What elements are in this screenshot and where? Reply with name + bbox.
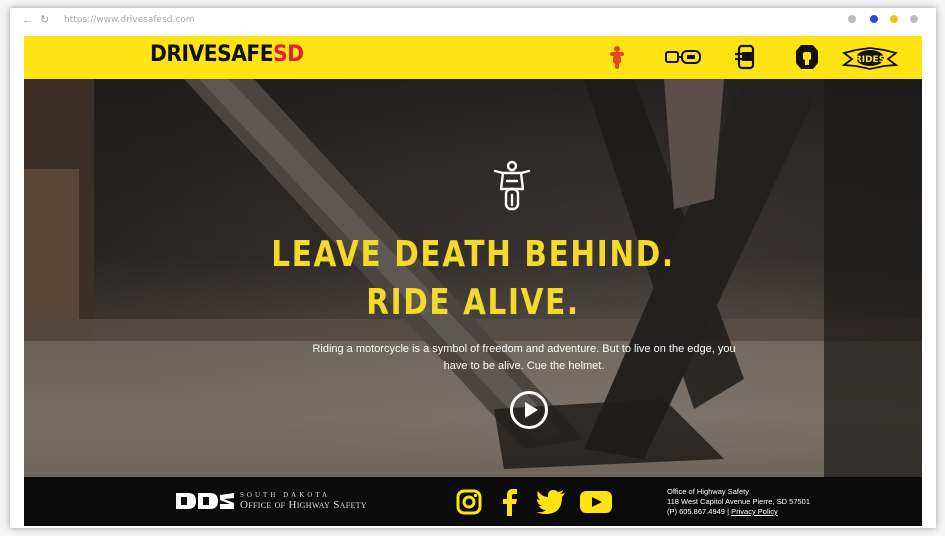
motorcycle-nav-icon[interactable]	[606, 44, 628, 70]
hero-video-section: LEAVE DEATH BEHIND. RIDE ALIVE. Riding a…	[24, 79, 922, 477]
play-icon	[524, 402, 538, 418]
instagram-icon[interactable]	[456, 489, 482, 520]
hero-description: Riding a motorcycle is a symbol of freed…	[274, 341, 774, 375]
hero-description-line2: have to be alive. Cue the helmet.	[443, 360, 605, 372]
site-footer: SOUTH DAKOTA Office of Highway Safety Of…	[24, 477, 922, 526]
phone-distracted-nav-icon[interactable]	[734, 44, 758, 70]
address-bar[interactable]: https://www.drivesafesd.com	[64, 13, 304, 27]
site-header: DRIVESAFESD RIDES	[24, 36, 922, 79]
ohs-name-label: Office of Highway Safety	[240, 499, 367, 511]
rides-badge-label: RIDES	[855, 55, 885, 65]
back-arrow-icon[interactable]: ←	[22, 14, 34, 26]
twitter-icon[interactable]	[536, 490, 566, 519]
ohs-emblem-icon	[176, 493, 234, 509]
motorcycle-rider-icon	[489, 159, 535, 220]
browser-window: ← ↻ https://www.drivesafesd.com DRIVESAF…	[10, 8, 936, 528]
address-org: Office of Highway Safety	[667, 487, 749, 496]
hero-headline-line1: LEAVE DEATH BEHIND.	[271, 234, 675, 275]
logo-text-drivesafe: DRIVESAFE	[150, 42, 274, 67]
address-separator: |	[727, 507, 730, 516]
ohs-logo[interactable]: SOUTH DAKOTA Office of Highway Safety	[174, 491, 367, 511]
helmet-nav-icon[interactable]	[794, 43, 820, 71]
reload-icon[interactable]: ↻	[40, 14, 52, 26]
footer-address: Office of Highway Safety 118 West Capito…	[667, 487, 810, 517]
seatbelt-nav-icon[interactable]	[664, 47, 704, 67]
privacy-policy-link[interactable]: Privacy Policy	[731, 507, 778, 516]
extension-icon[interactable]	[848, 15, 856, 23]
ohs-state-label: SOUTH DAKOTA	[240, 491, 331, 499]
extension-icon[interactable]	[870, 15, 878, 23]
hero-background-image	[24, 79, 922, 477]
site-logo[interactable]: DRIVESAFESD	[150, 42, 304, 67]
menu-icon[interactable]	[910, 15, 918, 23]
youtube-icon[interactable]	[580, 491, 612, 518]
hero-headline-line2: RIDE ALIVE.	[366, 282, 580, 323]
play-video-button[interactable]	[510, 391, 548, 429]
facebook-icon[interactable]	[502, 488, 518, 521]
logo-text-sd: SD	[273, 42, 304, 67]
address-street: 118 West Capitol Avenue Pierre, SD 57501	[667, 497, 811, 506]
address-phone: (P) 605.867.4949	[667, 507, 725, 516]
browser-toolbar: ← ↻ https://www.drivesafesd.com	[10, 8, 936, 32]
extension-icon[interactable]	[890, 15, 898, 23]
rides-badge-nav-icon[interactable]: RIDES	[842, 45, 898, 71]
hero-description-line1: Riding a motorcycle is a symbol of freed…	[312, 343, 736, 355]
